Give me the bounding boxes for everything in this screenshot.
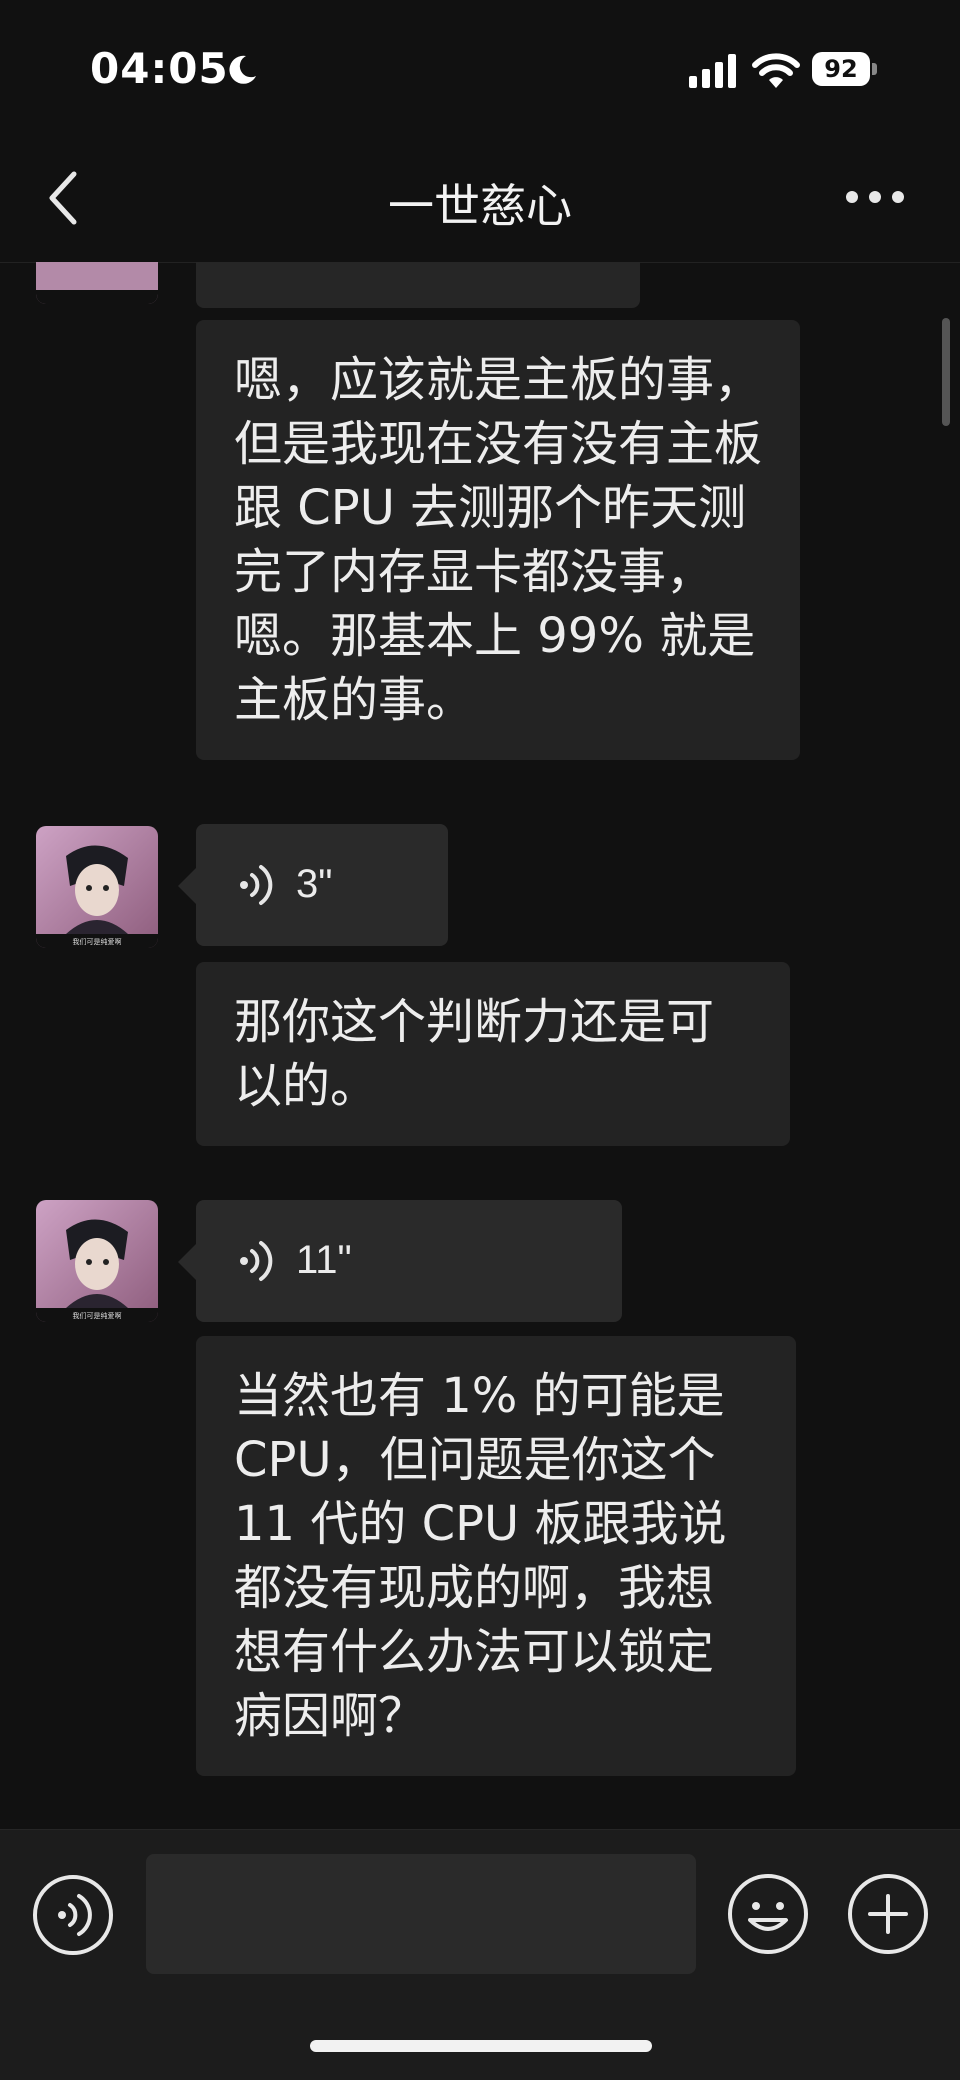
avatar-image: 我们可是纯爱啊 xyxy=(36,1200,158,1322)
message-text: 当然也有 1% 的可能是 CPU，但问题是你这个 11 代的 CPU 板跟我说都… xyxy=(234,1368,740,1744)
nav-bar: 一世慈心 xyxy=(0,140,960,263)
message-text: 嗯，应该就是主板的事，但是我现在没有没有主板跟 CPU 去测那个昨天测完了内存显… xyxy=(234,352,763,728)
voice-message[interactable]: 11" xyxy=(178,1200,622,1322)
voice-duration: 3" xyxy=(296,862,333,906)
status-time: 04:05 xyxy=(90,44,229,93)
voice-wave-icon xyxy=(240,1241,273,1281)
avatar[interactable] xyxy=(36,262,158,304)
chat-title: 一世慈心 xyxy=(388,179,572,233)
voice-message[interactable]: 3" xyxy=(178,824,448,946)
voice-toggle-icon[interactable] xyxy=(32,1874,114,1956)
avatar[interactable]: 我们可是纯爱啊 xyxy=(36,1200,158,1322)
message-input[interactable] xyxy=(146,1854,696,1974)
status-bar: 04:05 92 xyxy=(0,0,960,140)
avatar[interactable]: 我们可是纯爱啊 xyxy=(36,826,158,948)
input-bar xyxy=(0,1829,960,2080)
scrollbar[interactable] xyxy=(942,318,950,426)
home-indicator xyxy=(310,2040,652,2052)
chat-messages[interactable]: 嗯，应该就是主板的事，但是我现在没有没有主板跟 CPU 去测那个昨天测完了内存显… xyxy=(0,262,960,1829)
message-bubble[interactable]: 当然也有 1% 的可能是 CPU，但问题是你这个 11 代的 CPU 板跟我说都… xyxy=(196,1336,796,1776)
voice-duration: 11" xyxy=(296,1238,352,1282)
emoji-icon[interactable] xyxy=(726,1872,810,1956)
more-button[interactable] xyxy=(840,182,910,212)
avatar-image: 我们可是纯爱啊 xyxy=(36,826,158,948)
battery-level: 92 xyxy=(824,55,858,83)
signal-icon xyxy=(689,54,736,88)
battery-icon: 92 xyxy=(812,52,878,88)
moon-icon xyxy=(229,55,256,84)
voice-message-partial[interactable] xyxy=(196,262,640,308)
avatar-image xyxy=(36,262,158,304)
plus-icon[interactable] xyxy=(846,1872,930,1956)
voice-wave-icon xyxy=(240,865,273,905)
message-bubble[interactable]: 嗯，应该就是主板的事，但是我现在没有没有主板跟 CPU 去测那个昨天测完了内存显… xyxy=(196,320,800,760)
avatar-caption: 我们可是纯爱啊 xyxy=(73,1311,122,1320)
wifi-icon xyxy=(752,53,800,88)
avatar-caption: 我们可是纯爱啊 xyxy=(73,937,122,946)
message-bubble[interactable]: 那你这个判断力还是可以的。 xyxy=(196,962,790,1146)
message-text: 那你这个判断力还是可以的。 xyxy=(234,994,715,1114)
